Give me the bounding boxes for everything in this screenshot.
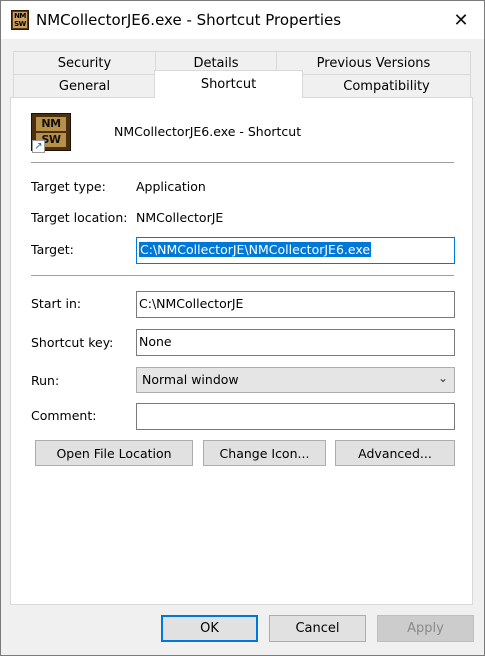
button-label: OK	[200, 621, 219, 636]
tab-label: Details	[193, 55, 239, 71]
target-field[interactable]: C:\NMCollectorJE\NMCollectorJE6.exe	[136, 237, 455, 264]
cancel-button[interactable]: Cancel	[269, 615, 366, 642]
tab-label: Security	[57, 55, 112, 71]
button-label: Apply	[407, 621, 444, 636]
close-button[interactable]: ✕	[438, 1, 484, 39]
advanced-button[interactable]: Advanced...	[335, 440, 455, 466]
button-label: Advanced...	[358, 445, 432, 461]
tab-label: Compatibility	[343, 78, 430, 94]
tab-previous-versions[interactable]: Previous Versions	[276, 51, 471, 74]
comment-field[interactable]	[136, 403, 455, 430]
button-label: Open File Location	[56, 445, 172, 461]
separator	[31, 275, 454, 276]
tab-general[interactable]: General	[13, 74, 156, 97]
tab-label: Previous Versions	[316, 55, 431, 71]
apply-button[interactable]: Apply	[377, 615, 474, 642]
start-in-field[interactable]: C:\NMCollectorJE	[136, 291, 455, 318]
shortcut-properties-window: NM SW NMCollectorJE6.exe - Shortcut Prop…	[0, 0, 485, 656]
tab-label: Shortcut	[200, 77, 257, 92]
button-label: Cancel	[295, 621, 340, 636]
shortcut-tab-panel: NM SW ↗ NMCollectorJE6.exe - Shortcut Ta…	[10, 97, 473, 605]
close-icon: ✕	[453, 9, 469, 31]
target-label: Target:	[31, 242, 74, 257]
target-location-value: NMCollectorJE	[136, 210, 224, 225]
tab-security[interactable]: Security	[13, 51, 156, 74]
comment-label: Comment:	[31, 408, 97, 423]
app-icon: NM SW	[11, 10, 29, 30]
start-in-value: C:\NMCollectorJE	[139, 296, 244, 311]
app-icon-text-top: NM	[13, 12, 27, 20]
target-type-label: Target type:	[31, 179, 106, 194]
tab-shortcut[interactable]: Shortcut	[154, 70, 303, 98]
separator	[31, 162, 454, 163]
tab-label: General	[58, 78, 111, 94]
ok-button[interactable]: OK	[161, 615, 258, 642]
shortcut-key-label: Shortcut key:	[31, 335, 114, 350]
shortcut-large-icon: NM SW ↗	[31, 113, 71, 153]
run-label: Run:	[31, 373, 60, 388]
window-title: NMCollectorJE6.exe - Shortcut Properties	[36, 11, 342, 29]
chevron-down-icon: ⌄	[437, 371, 448, 385]
button-label: Change Icon...	[219, 445, 310, 461]
shortcut-key-field[interactable]: None	[136, 329, 455, 356]
app-icon-text-bottom: SW	[13, 20, 27, 28]
title-bar: NM SW NMCollectorJE6.exe - Shortcut Prop…	[1, 1, 484, 39]
shortcut-arrow-icon: ↗	[32, 140, 45, 153]
large-icon-text-top: NM	[36, 117, 66, 131]
tab-compatibility[interactable]: Compatibility	[302, 74, 471, 97]
run-select[interactable]: Normal window ⌄	[136, 367, 455, 393]
run-value: Normal window	[142, 372, 239, 387]
shortcut-name: NMCollectorJE6.exe - Shortcut	[114, 124, 302, 139]
target-location-label: Target location:	[31, 210, 128, 225]
start-in-label: Start in:	[31, 296, 82, 311]
target-value: C:\NMCollectorJE\NMCollectorJE6.exe	[139, 242, 372, 257]
shortcut-key-value: None	[139, 334, 172, 349]
change-icon-button[interactable]: Change Icon...	[203, 440, 326, 466]
target-type-value: Application	[136, 179, 206, 194]
open-file-location-button[interactable]: Open File Location	[35, 440, 193, 466]
